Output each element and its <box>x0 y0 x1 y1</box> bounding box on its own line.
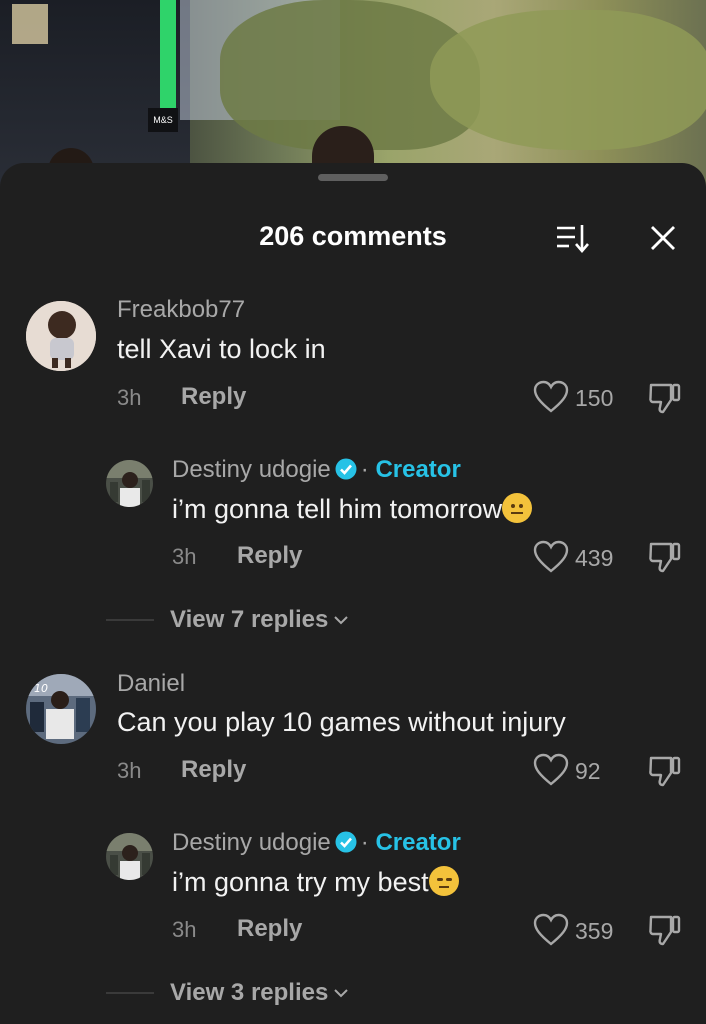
comment-time: 3h <box>117 758 142 783</box>
separator-dot: · <box>360 829 369 856</box>
divider-line <box>106 992 154 994</box>
reply-button[interactable]: Reply <box>181 756 246 784</box>
reply-text: i’m gonna tell him tomorrow <box>172 494 503 524</box>
tree <box>430 10 706 150</box>
saluting-face-emoji-icon <box>502 493 533 523</box>
separator-dot: · <box>360 456 369 483</box>
reply-time: 3h <box>172 544 197 569</box>
view-replies-label: View 3 replies <box>170 979 329 1006</box>
comments-sheet: 206 comments Freakbob77 tell Xavi to loc… <box>0 163 706 1024</box>
comment-text: tell Xavi to lock in <box>117 334 326 364</box>
creator-label: Creator <box>375 456 461 483</box>
close-icon[interactable] <box>648 223 678 253</box>
heart-icon[interactable] <box>533 380 569 414</box>
chevron-down-icon <box>334 989 349 998</box>
comment-username[interactable]: Freakbob77 <box>117 296 245 324</box>
heart-icon[interactable] <box>533 913 569 947</box>
avatar[interactable] <box>26 301 96 371</box>
reply-button[interactable]: Reply <box>237 542 302 570</box>
reply-time: 3h <box>172 917 197 942</box>
creator-avatar[interactable] <box>106 833 153 880</box>
avatar[interactable]: 10 <box>26 674 96 744</box>
unamused-face-emoji-icon <box>428 866 459 896</box>
reply-username-line: Destiny udogie · Creator <box>172 829 461 857</box>
heart-icon[interactable] <box>533 540 569 574</box>
creator-avatar[interactable] <box>106 460 153 507</box>
reply-text-line: i’m gonna tell him tomorrow <box>172 493 533 525</box>
green-light <box>160 0 176 110</box>
comments-count-title: 206 comments <box>259 221 447 251</box>
comment-time: 3h <box>117 385 142 410</box>
dislike-icon[interactable] <box>648 754 682 788</box>
like-count: 359 <box>575 918 614 944</box>
view-replies-button[interactable]: View 3 replies <box>170 979 349 1007</box>
comment-text: Can you play 10 games without injury <box>117 707 566 737</box>
sort-icon[interactable] <box>555 222 591 254</box>
drag-handle[interactable] <box>318 174 388 181</box>
creator-label: Creator <box>375 829 461 856</box>
verified-badge-icon <box>335 831 357 853</box>
divider-line <box>106 619 154 621</box>
like-count: 439 <box>575 545 614 571</box>
dislike-icon[interactable] <box>648 540 682 574</box>
like-count: 150 <box>575 385 614 411</box>
dislike-icon[interactable] <box>648 913 682 947</box>
shop-sign <box>12 4 48 44</box>
comment-username[interactable]: Daniel <box>117 670 185 698</box>
view-replies-label: View 7 replies <box>170 606 329 633</box>
heart-icon[interactable] <box>533 753 569 787</box>
dislike-icon[interactable] <box>648 381 682 415</box>
reply-text-line: i’m gonna try my best <box>172 866 459 898</box>
view-replies-button[interactable]: View 7 replies <box>170 606 349 634</box>
reply-button[interactable]: Reply <box>181 383 246 411</box>
svg-text:10: 10 <box>34 682 48 695</box>
reply-username[interactable]: Destiny udogie <box>172 456 331 483</box>
reply-username[interactable]: Destiny udogie <box>172 829 331 856</box>
store-logo: M&S <box>148 108 178 132</box>
reply-text: i’m gonna try my best <box>172 867 429 897</box>
reply-button[interactable]: Reply <box>237 915 302 943</box>
reply-username-line: Destiny udogie · Creator <box>172 456 461 484</box>
like-count: 92 <box>575 758 601 784</box>
verified-badge-icon <box>335 458 357 480</box>
chevron-down-icon <box>334 616 349 625</box>
